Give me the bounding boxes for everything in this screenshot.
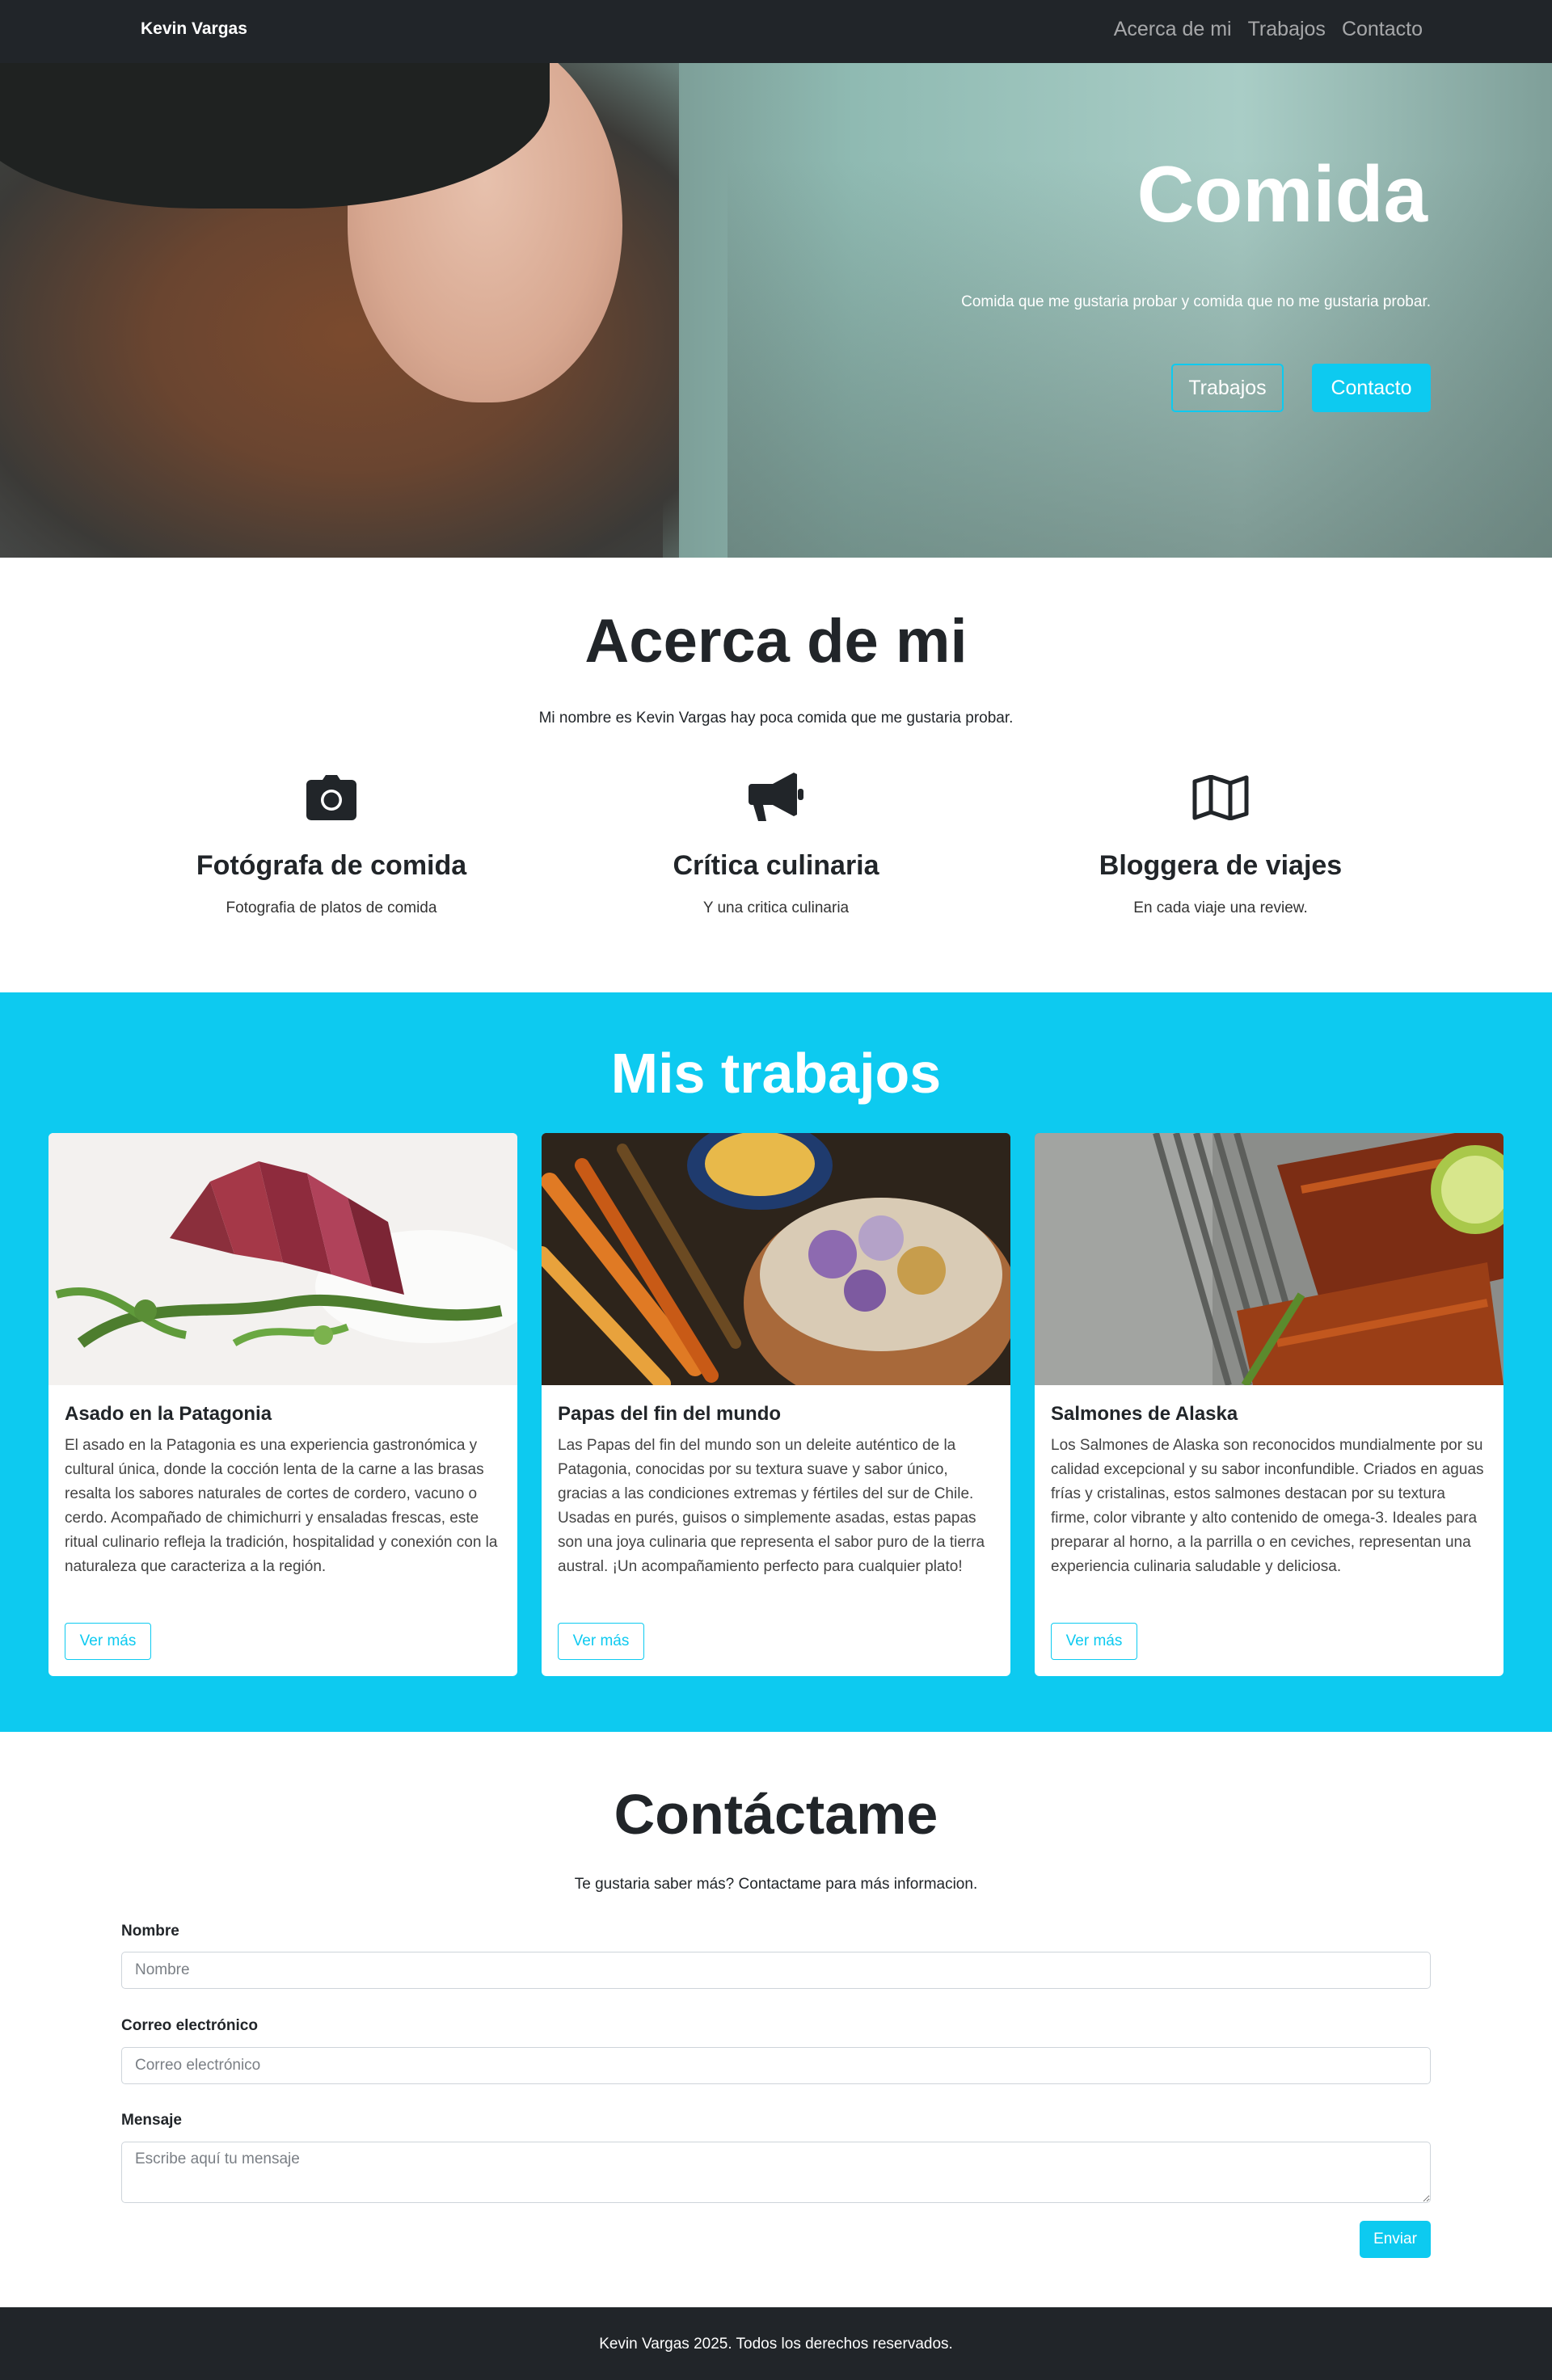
name-label: Nombre <box>121 1923 179 1940</box>
hero-title: Comida <box>1137 150 1428 238</box>
card-image-papas <box>542 1133 1010 1385</box>
contact-description: Te gustaria saber más? Contactame para m… <box>574 1876 978 1893</box>
card-text: Las Papas del fin del mundo son un delei… <box>558 1437 985 1575</box>
hero-subtitle: Comida que me gustaria probar y comida q… <box>961 293 1431 310</box>
contact-title: Contáctame <box>614 1783 938 1846</box>
nav-link-works[interactable]: Trabajos <box>1248 18 1326 41</box>
about-section: Acerca de mi Mi nombre es Kevin Vargas h… <box>0 558 1552 992</box>
hero-contact-button[interactable]: Contacto <box>1312 364 1431 412</box>
feature-text: Fotografia de platos de comida <box>226 899 437 916</box>
camera-icon <box>121 769 542 826</box>
navbar: Kevin Vargas Acerca de mi Trabajos Conta… <box>0 0 1552 63</box>
about-description: Mi nombre es Kevin Vargas hay poca comid… <box>538 710 1014 727</box>
works-section: Mis trabajos Asado en la Patagonia El as… <box>0 992 1552 1732</box>
card-title: Salmones de Alaska <box>1051 1403 1238 1425</box>
see-more-button[interactable]: Ver más <box>65 1623 151 1660</box>
brand-link[interactable]: Kevin Vargas <box>141 19 247 39</box>
see-more-button[interactable]: Ver más <box>1051 1623 1137 1660</box>
card-title: Papas del fin del mundo <box>558 1403 782 1425</box>
message-field[interactable] <box>121 2142 1431 2203</box>
feature-travel-blogger: Bloggera de viajes En cada viaje una rev… <box>1010 769 1431 917</box>
about-title: Acerca de mi <box>584 607 968 676</box>
card-text: Los Salmones de Alaska son reconocidos m… <box>1051 1437 1484 1575</box>
send-button[interactable]: Enviar <box>1360 2221 1431 2258</box>
message-label: Mensaje <box>121 2112 182 2129</box>
feature-critic: Crítica culinaria Y una critica culinari… <box>566 769 986 917</box>
feature-title: Crítica culinaria <box>673 850 879 881</box>
megaphone-icon <box>566 769 986 826</box>
hero-section: Comida Comida que me gustaria probar y c… <box>0 63 1552 558</box>
nav-links: Acerca de mi Trabajos Contacto <box>1114 18 1423 41</box>
work-card: Asado en la Patagonia El asado en la Pat… <box>48 1133 517 1676</box>
footer: Kevin Vargas 2025. Todos los derechos re… <box>0 2307 1552 2380</box>
feature-title: Fotógrafa de comida <box>196 850 467 881</box>
contact-section: Contáctame Te gustaria saber más? Contac… <box>0 1732 1552 2307</box>
nav-link-contact[interactable]: Contacto <box>1342 18 1423 41</box>
see-more-button[interactable]: Ver más <box>558 1623 644 1660</box>
work-card: Papas del fin del mundo Las Papas del fi… <box>542 1133 1010 1676</box>
works-title: Mis trabajos <box>610 1042 942 1105</box>
email-label: Correo electrónico <box>121 2017 258 2034</box>
hero-works-button[interactable]: Trabajos <box>1171 364 1284 412</box>
feature-text: Y una critica culinaria <box>702 899 850 916</box>
nav-link-about[interactable]: Acerca de mi <box>1114 18 1232 41</box>
footer-text: Kevin Vargas 2025. Todos los derechos re… <box>599 2336 953 2353</box>
card-image-salmones <box>1035 1133 1504 1385</box>
work-card: Salmones de Alaska Los Salmones de Alask… <box>1035 1133 1504 1676</box>
feature-title: Bloggera de viajes <box>1099 850 1343 881</box>
feature-photographer: Fotógrafa de comida Fotografia de platos… <box>121 769 542 917</box>
feature-text: En cada viaje una review. <box>1133 899 1308 916</box>
map-icon <box>1010 769 1431 826</box>
card-title: Asado en la Patagonia <box>65 1403 272 1425</box>
card-text: El asado en la Patagonia es una experien… <box>65 1437 498 1575</box>
email-field[interactable] <box>121 2047 1431 2084</box>
card-image-asado <box>48 1133 517 1385</box>
name-field[interactable] <box>121 1952 1431 1989</box>
